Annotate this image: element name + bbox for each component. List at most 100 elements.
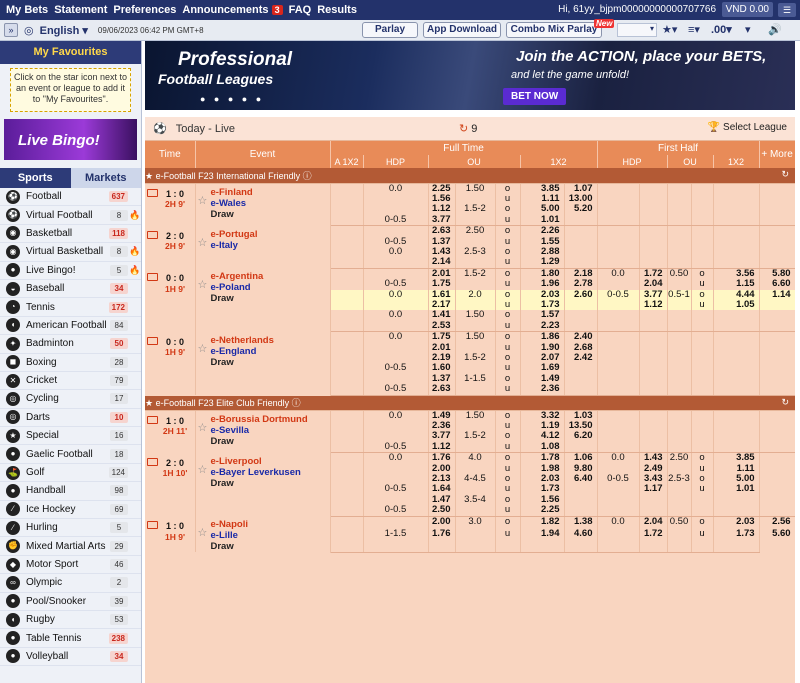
ft-hdp-odds[interactable]: 1.76: [428, 528, 456, 541]
fh-hdp-odds[interactable]: [639, 342, 668, 353]
ft-1x2-odds[interactable]: 5.20: [564, 204, 598, 215]
balance-display[interactable]: VND 0.00: [721, 2, 773, 17]
ft-hdp-odds[interactable]: 2.50: [428, 505, 456, 517]
ft-hdp-odds[interactable]: 1.41: [428, 310, 456, 321]
away-team[interactable]: e-Wales: [211, 198, 330, 209]
ft-hdp-odds[interactable]: 1.47: [428, 494, 456, 506]
ft-hdp-odds[interactable]: 2.01: [428, 342, 456, 353]
ft-ou-odds[interactable]: 1.55: [520, 236, 565, 247]
favourite-star-icon[interactable]: ☆: [198, 195, 208, 206]
fh-ou-odds[interactable]: [713, 373, 760, 385]
away-team[interactable]: e-Sevilla: [211, 425, 330, 436]
ft-1x2-odds[interactable]: 4.60: [564, 528, 598, 541]
sidebar-item-live-bingo[interactable]: ● Live Bingo! 5 🔥: [0, 262, 141, 280]
fh-ou-odds[interactable]: [713, 214, 760, 227]
fh-ou-odds[interactable]: 3.56: [713, 268, 760, 280]
sidebar-item-basketball[interactable]: ◉ Basketball 118: [0, 225, 141, 244]
fh-ou-odds[interactable]: [713, 204, 760, 215]
ft-hdp-odds[interactable]: 1.37: [428, 373, 456, 385]
sort-icon[interactable]: ≡▾: [688, 23, 700, 36]
favourite-star-icon[interactable]: ☆: [198, 343, 208, 354]
league-star-icon[interactable]: ★: [145, 171, 156, 181]
ft-hdp-odds[interactable]: 1.75: [428, 331, 456, 343]
sidebar-item-mixed-martial-arts[interactable]: ✊ Mixed Martial Arts 29: [0, 537, 141, 556]
fh-hdp-odds[interactable]: [639, 494, 668, 506]
sidebar-item-volleyball[interactable]: ● Volleyball 34: [0, 648, 141, 667]
ft-1x2-odds[interactable]: [564, 384, 598, 396]
fh-1x2-odds[interactable]: [759, 484, 795, 495]
ft-hdp-odds[interactable]: 1.12: [428, 441, 456, 454]
ft-hdp-odds[interactable]: 2.01: [428, 268, 456, 280]
sidebar-item-gaelic-football[interactable]: ● Gaelic Football 18: [0, 445, 141, 464]
ft-1x2-odds[interactable]: 6.20: [564, 431, 598, 442]
ft-hdp-odds[interactable]: 1.61: [428, 289, 456, 300]
sidebar-item-handball[interactable]: ● Handball 98: [0, 482, 141, 501]
sidebar-item-virtual-basketball[interactable]: ◉ Virtual Basketball 8 🔥: [0, 243, 141, 262]
sidebar-item-hurling[interactable]: ∕ Hurling 5: [0, 519, 141, 538]
ft-hdp-odds[interactable]: 1.76: [428, 452, 456, 464]
ft-ou-odds[interactable]: 1.29: [520, 257, 565, 269]
ft-1x2-odds[interactable]: 2.18: [564, 268, 598, 280]
ft-ou-odds[interactable]: 2.25: [520, 505, 565, 517]
fh-1x2-odds[interactable]: 6.60: [759, 279, 795, 290]
ft-hdp-odds[interactable]: 2.63: [428, 225, 456, 237]
home-team[interactable]: e-Napoli: [211, 519, 330, 530]
ft-1x2-odds[interactable]: [564, 494, 598, 506]
ft-ou-odds[interactable]: 1.19: [520, 421, 565, 432]
fh-ou-odds[interactable]: [713, 410, 760, 422]
fh-hdp-odds[interactable]: [639, 441, 668, 454]
fh-ou-odds[interactable]: [713, 494, 760, 506]
ft-ou-odds[interactable]: 1.98: [520, 463, 565, 475]
league-star-icon[interactable]: ★: [145, 398, 156, 408]
ft-1x2-odds[interactable]: 1.07: [564, 183, 598, 194]
sidebar-item-special[interactable]: ★ Special 16: [0, 427, 141, 446]
fh-ou-odds[interactable]: [713, 342, 760, 353]
fh-hdp-odds[interactable]: [639, 363, 668, 374]
fh-1x2-odds[interactable]: [759, 299, 795, 311]
ft-1x2-odds[interactable]: [564, 363, 598, 374]
ft-hdp-odds[interactable]: 2.53: [428, 320, 456, 333]
language-select[interactable]: English ▾: [40, 24, 88, 37]
fh-ou-odds[interactable]: [713, 431, 760, 442]
sidebar-item-golf[interactable]: ⛳ Golf 124: [0, 464, 141, 483]
home-team[interactable]: e-Finland: [211, 187, 330, 198]
fh-1x2-odds[interactable]: [759, 246, 795, 258]
refresh-toggle-icon[interactable]: ▾: [745, 23, 751, 36]
fh-hdp-odds[interactable]: 2.04: [639, 279, 668, 290]
ft-ou-odds[interactable]: 1.73: [520, 299, 565, 311]
fh-ou-odds[interactable]: [713, 353, 760, 364]
fh-ou-odds[interactable]: [713, 505, 760, 517]
favourite-star-icon[interactable]: ☆: [198, 464, 208, 475]
ft-1x2-odds[interactable]: 13.50: [564, 421, 598, 432]
league-refresh-icon[interactable]: ↻: [782, 397, 790, 408]
ft-1x2-odds[interactable]: 1.03: [564, 410, 598, 422]
ft-hdp-odds[interactable]: 1.60: [428, 363, 456, 374]
nav-results[interactable]: Results: [317, 4, 357, 16]
collapse-sidebar-icon[interactable]: »: [4, 23, 18, 37]
fh-hdp-odds[interactable]: [639, 353, 668, 364]
fh-ou-odds[interactable]: 1.05: [713, 299, 760, 311]
sidebar-item-football[interactable]: ⚽ Football 637: [0, 188, 141, 207]
ft-hdp-odds[interactable]: 2.36: [428, 421, 456, 432]
ft-hdp-odds[interactable]: 2.63: [428, 384, 456, 396]
ft-1x2-odds[interactable]: [564, 320, 598, 333]
ft-1x2-odds[interactable]: 13.00: [564, 193, 598, 205]
ft-1x2-odds[interactable]: [564, 484, 598, 495]
fh-ou-odds[interactable]: [713, 236, 760, 247]
ft-hdp-odds[interactable]: 2.13: [428, 474, 456, 485]
fh-hdp-odds[interactable]: 3.77: [639, 289, 668, 300]
fh-ou-odds[interactable]: [713, 421, 760, 432]
nav-announcements[interactable]: Announcements 3: [182, 4, 283, 16]
ft-ou-odds[interactable]: 3.85: [520, 183, 565, 194]
sidebar-item-darts[interactable]: ◎ Darts 10: [0, 409, 141, 428]
fh-ou-odds[interactable]: [713, 331, 760, 343]
home-team[interactable]: e-Portugal: [211, 229, 330, 240]
ft-1x2-odds[interactable]: [564, 257, 598, 269]
nav-my-bets[interactable]: My Bets: [6, 4, 48, 16]
fh-1x2-odds[interactable]: [759, 363, 795, 374]
ft-hdp-odds[interactable]: 1.75: [428, 279, 456, 290]
fh-1x2-odds[interactable]: [759, 421, 795, 432]
ft-ou-odds[interactable]: 3.32: [520, 410, 565, 422]
fh-1x2-odds[interactable]: [759, 214, 795, 227]
star-icon[interactable]: ★▾: [662, 23, 677, 36]
